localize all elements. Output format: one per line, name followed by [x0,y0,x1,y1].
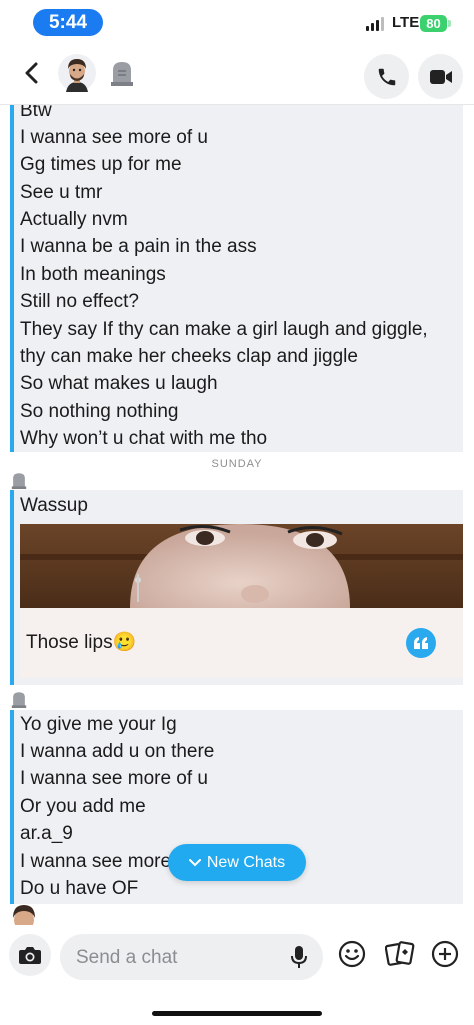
message-text[interactable]: thy can make her cheeks clap and jiggle [20,343,358,370]
chevron-left-icon [25,62,38,84]
message-text[interactable]: See u tmr [20,179,102,206]
chat-input[interactable]: Send a chat [60,934,323,980]
network-label: LTE [392,14,420,31]
microphone-icon [291,946,307,968]
quote-icon [414,637,428,649]
video-call-button[interactable] [418,54,463,99]
message-text[interactable]: In both meanings [20,261,166,288]
message-text[interactable]: They say If thy can make a girl laugh an… [20,316,428,343]
quote-button[interactable] [406,628,436,658]
message-text[interactable]: Wassup [20,492,88,519]
bitmoji-avatar-icon [9,904,39,925]
smiley-icon [338,940,366,968]
message-text[interactable]: I wanna see more of u [20,124,208,151]
new-chats-label: New Chats [206,853,286,871]
new-chats-button[interactable]: New Chats [168,844,306,881]
message-text[interactable]: Actually nvm [20,206,128,233]
message-text[interactable]: Gg times up for me [20,151,182,178]
bitmoji-avatar-icon[interactable] [58,54,96,92]
bitmoji-button[interactable] [338,940,366,973]
call-button[interactable] [364,54,409,99]
message-text[interactable]: Btw [20,105,52,124]
message-text[interactable]: Yo give me your Ig [20,711,177,738]
message-text[interactable]: Or you add me [20,793,146,820]
signal-icon [366,17,384,31]
plus-icon [431,940,459,968]
message-text[interactable]: Why won’t u chat with me tho [20,425,267,452]
cards-icon [384,941,415,966]
chat-header [0,46,474,105]
tombstone-icon [110,60,134,91]
snap-caption[interactable]: Those lips🥲 [26,630,136,654]
message-text[interactable]: I wanna be a pain in the ass [20,233,257,260]
message-text[interactable]: I wanna see more [20,848,171,875]
phone-icon [378,68,395,85]
caption-text: Those lips [26,632,113,653]
cards-button[interactable] [384,940,415,973]
snap-photo[interactable] [20,524,463,608]
message-text[interactable]: ar.a_9 [20,820,73,847]
message-text[interactable]: So what makes u laugh [20,370,218,397]
message-text[interactable]: I wanna add u on there [20,738,214,765]
message-text[interactable]: Still no effect? [20,288,139,315]
composer-bar: Send a chat [0,925,474,1025]
battery-tip [448,20,451,27]
chat-thread[interactable]: Btw I wanna see more of u Gg times up fo… [0,105,474,925]
camera-button[interactable] [9,934,51,976]
back-button[interactable] [18,59,46,87]
microphone-button[interactable] [289,945,309,974]
battery-icon: 80 [420,15,447,32]
plus-button[interactable] [431,940,459,973]
message-text[interactable]: I wanna see more of u [20,765,208,792]
chevron-down-icon [188,858,201,866]
message-text[interactable]: So nothing nothing [20,398,178,425]
status-time[interactable]: 5:44 [33,9,103,36]
camera-icon [19,947,41,964]
home-indicator [152,1011,322,1016]
status-bar: 5:44 LTE 80 [0,0,474,46]
message-text[interactable]: Do u have OF [20,875,138,902]
chat-input-placeholder: Send a chat [76,947,178,968]
video-camera-icon [429,69,452,84]
day-separator: SUNDAY [211,458,263,470]
smiling-tear-emoji: 🥲 [112,632,137,653]
photo-image [20,524,463,608]
